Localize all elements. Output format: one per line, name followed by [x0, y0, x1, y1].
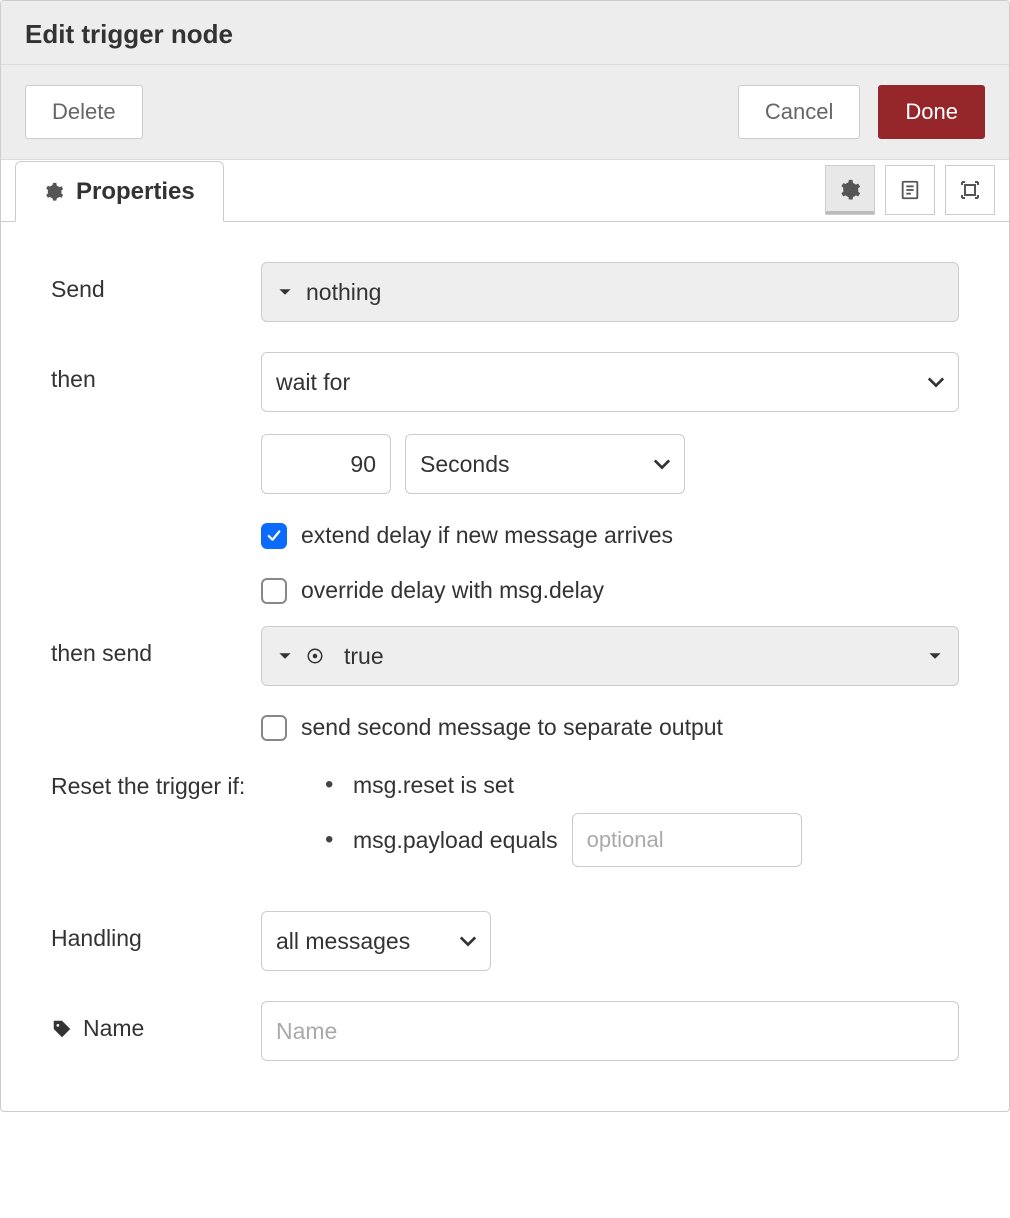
tag-icon	[51, 1018, 73, 1040]
reset-condition-1: msg.reset is set	[343, 771, 959, 799]
then-send-label: then send	[51, 626, 261, 667]
dialog-title: Edit trigger node	[1, 1, 1009, 65]
then-label: then	[51, 352, 261, 393]
extend-delay-checkbox[interactable]	[261, 523, 287, 549]
duration-units-select[interactable]: Seconds	[405, 434, 685, 494]
cancel-button[interactable]: Cancel	[738, 85, 860, 139]
send-label: Send	[51, 262, 261, 303]
separate-output-label: send second message to separate output	[301, 714, 723, 741]
reset-label: Reset the trigger if:	[51, 771, 291, 800]
appearance-icon-button[interactable]	[945, 165, 995, 215]
boolean-icon	[306, 647, 324, 665]
handling-label: Handling	[51, 911, 261, 952]
reset-payload-input[interactable]	[572, 813, 802, 867]
reset-condition-2: msg.payload equals	[343, 813, 959, 867]
then-send-typed-input[interactable]: true	[261, 626, 959, 686]
tab-properties[interactable]: Properties	[15, 161, 224, 222]
override-delay-checkbox[interactable]	[261, 578, 287, 604]
caret-down-icon	[928, 649, 942, 663]
caret-down-icon	[278, 285, 292, 299]
gear-icon	[44, 182, 64, 202]
description-icon-button[interactable]	[885, 165, 935, 215]
then-send-value: true	[344, 643, 384, 670]
override-delay-label: override delay with msg.delay	[301, 577, 604, 604]
delete-button[interactable]: Delete	[25, 85, 143, 139]
name-label: Name	[51, 1001, 261, 1042]
dialog-toolbar: Delete Cancel Done	[1, 65, 1009, 160]
send-typed-input[interactable]: nothing	[261, 262, 959, 322]
properties-icon-button[interactable]	[825, 165, 875, 215]
tab-properties-label: Properties	[76, 178, 195, 206]
handling-select[interactable]: all messages	[261, 911, 491, 971]
name-input[interactable]	[261, 1001, 959, 1061]
properties-form: Send nothing then wait for	[1, 222, 1009, 1111]
tab-row: Properties	[1, 160, 1009, 222]
extend-delay-label: extend delay if new message arrives	[301, 522, 673, 549]
caret-down-icon	[278, 649, 292, 663]
reset-conditions-list: msg.reset is set msg.payload equals	[321, 771, 959, 881]
duration-input[interactable]	[261, 434, 391, 494]
send-value: nothing	[306, 279, 381, 306]
then-mode-select[interactable]: wait for	[261, 352, 959, 412]
separate-output-checkbox[interactable]	[261, 715, 287, 741]
done-button[interactable]: Done	[878, 85, 985, 139]
edit-dialog: Edit trigger node Delete Cancel Done Pro…	[0, 0, 1010, 1112]
